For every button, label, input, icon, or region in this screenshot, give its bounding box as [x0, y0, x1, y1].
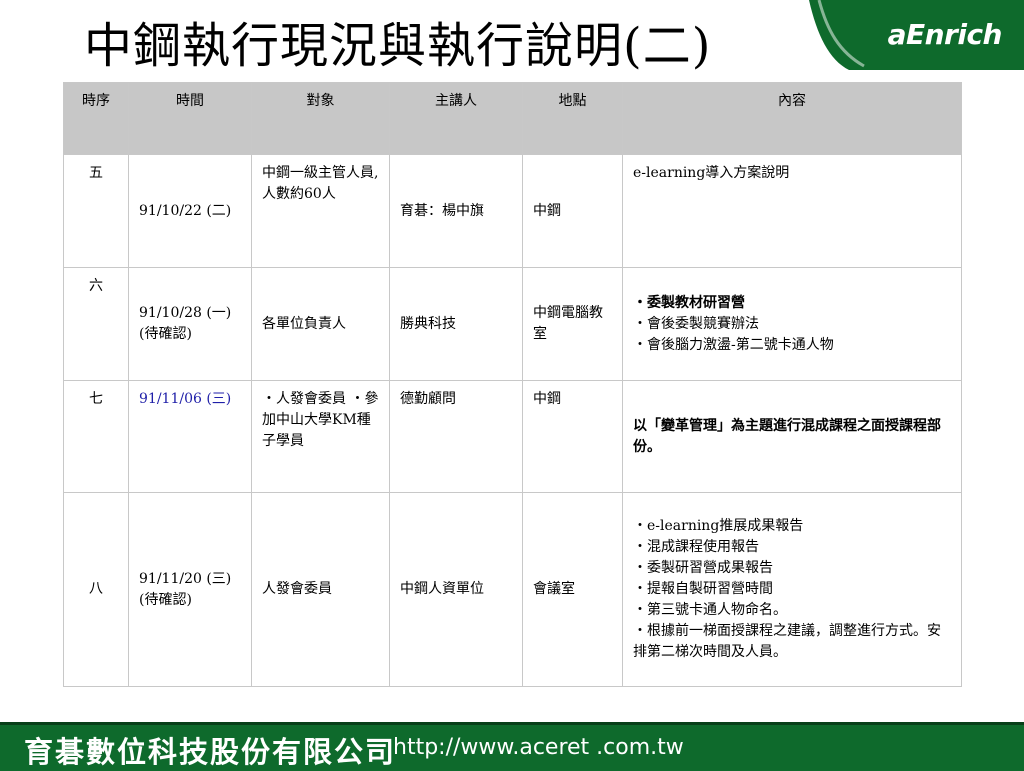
- brand-logo: aEnrich: [887, 18, 1003, 51]
- table-row: 八 91/11/20 (三) (待確認) 人發會委員 中鋼人資單位 會議室 ・e…: [63, 492, 962, 687]
- cell-location: 中鋼電腦教室: [522, 267, 623, 381]
- content-line: ・提報自製研習營時間: [633, 581, 773, 597]
- table-row: 六 91/10/28 (一) (待確認) 各單位負責人 勝典科技 中鋼電腦教室 …: [63, 267, 962, 381]
- cell-speaker: 德勤顧問: [389, 380, 523, 493]
- content-line: ・會後腦力激盪-第二號卡通人物: [633, 336, 834, 353]
- cell-location: 會議室: [522, 492, 623, 687]
- content-line: ・委製教材研習營: [633, 294, 745, 311]
- cell-content: ・e-learning推展成果報告 ・混成課程使用報告 ・委製研習營成果報告 ・…: [622, 492, 962, 687]
- header-seq: 時序: [63, 82, 129, 155]
- slide-title: 中鋼執行現況與執行說明(二): [84, 18, 712, 74]
- content-line: ・e-learning推展成果報告: [633, 518, 804, 534]
- cell-location: 中鋼: [522, 380, 623, 493]
- cell-time: 91/11/06 (三): [128, 380, 252, 493]
- header-audience: 對象: [251, 82, 390, 155]
- cell-speaker: 中鋼人資單位: [389, 492, 523, 687]
- header-content: 內容: [622, 82, 962, 155]
- cell-audience: 中鋼一級主管人員,人數約60人: [251, 154, 390, 268]
- table-header-row: 時序 時間 對象 主講人 地點 內容: [63, 82, 962, 155]
- cell-seq: 七: [63, 380, 129, 493]
- cell-audience: 各單位負責人: [251, 267, 390, 381]
- header-location: 地點: [522, 82, 623, 155]
- header-speaker: 主講人: [389, 82, 523, 155]
- cell-content: ・委製教材研習營 ・會後委製競賽辦法 ・會後腦力激盪-第二號卡通人物: [622, 267, 962, 381]
- cell-speaker: 勝典科技: [389, 267, 523, 381]
- cell-speaker: 育碁：楊中旗: [389, 154, 523, 268]
- content-line: ・混成課程使用報告: [633, 539, 759, 555]
- cell-content: 以「變革管理」為主題進行混成課程之面授課程部份。: [622, 380, 962, 493]
- cell-content: e-learning導入方案說明: [622, 154, 962, 268]
- content-line: ・根據前一梯面授課程之建議，調整進行方式。安排第二梯次時間及人員。: [633, 623, 941, 660]
- content-line: ・委製研習營成果報告: [633, 560, 773, 576]
- cell-audience: ・人發會委員 ・參加中山大學KM種子學員: [251, 380, 390, 493]
- footer-company-name: 育碁數位科技股份有限公司: [24, 735, 397, 769]
- cell-location: 中鋼: [522, 154, 623, 268]
- table-row: 五 91/10/22 (二) 中鋼一級主管人員,人數約60人 育碁：楊中旗 中鋼…: [63, 154, 962, 268]
- table-row: 七 91/11/06 (三) ・人發會委員 ・參加中山大學KM種子學員 德勤顧問…: [63, 380, 962, 493]
- content-line: ・第三號卡通人物命名。: [633, 602, 787, 618]
- content-line: 以「變革管理」為主題進行混成課程之面授課程部份。: [633, 417, 941, 455]
- header-time: 時間: [128, 82, 252, 155]
- cell-audience: 人發會委員: [251, 492, 390, 687]
- footer-url: http://www.aceret .com.tw: [393, 735, 684, 760]
- cell-seq: 八: [63, 492, 129, 687]
- footer-bar: 育碁數位科技股份有限公司 http://www.aceret .com.tw: [0, 722, 1024, 771]
- cell-time: 91/10/28 (一) (待確認): [128, 267, 252, 381]
- content-line: e-learning導入方案說明: [633, 165, 790, 181]
- schedule-table: 時序 時間 對象 主講人 地點 內容 五 91/10/22 (二) 中鋼一級主管…: [63, 82, 962, 687]
- cell-seq: 六: [63, 267, 129, 381]
- cell-seq: 五: [63, 154, 129, 268]
- cell-time: 91/11/20 (三) (待確認): [128, 492, 252, 687]
- content-line: ・會後委製競賽辦法: [633, 315, 759, 332]
- cell-time: 91/10/22 (二): [128, 154, 252, 268]
